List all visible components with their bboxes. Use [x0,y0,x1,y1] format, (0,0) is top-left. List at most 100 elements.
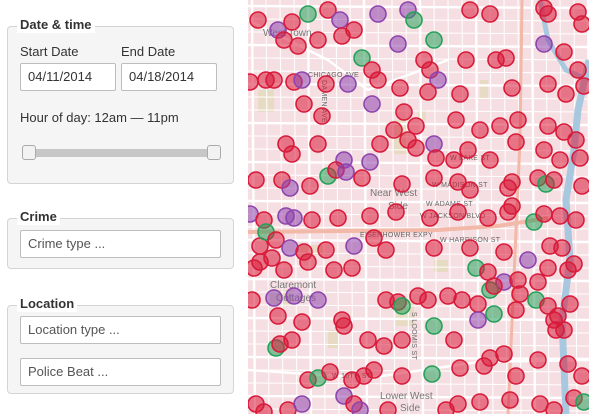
start-date-field[interactable]: 04/11/2014 [20,63,116,91]
crime-marker-green [405,11,423,29]
crime-marker-red [507,133,525,151]
crime-marker-red [535,205,553,223]
crime-marker-purple [345,237,363,255]
crime-type-input[interactable]: Crime type ... [20,230,221,258]
crime-marker-purple [519,251,537,269]
end-date-label: End Date [121,44,176,59]
crime-marker-red [248,291,261,309]
crime-marker-red [371,135,389,153]
crime-marker-red [559,261,577,279]
crime-marker-red [539,259,557,277]
crime-marker-purple [285,287,303,305]
crime-marker-red [481,151,499,169]
crime-marker-red [561,295,579,313]
crime-marker-red [393,175,411,193]
crime-marker-red [449,203,467,221]
crime-marker-red [421,209,439,227]
crime-marker-red [569,61,587,79]
crime-marker-red [375,337,393,355]
crime-marker-red [289,37,307,55]
crime-marker-purple [309,291,327,309]
date-time-panel: Date & time Start Date End Date 04/11/20… [7,17,234,184]
crime-marker-red [393,367,411,385]
crime-marker-red [575,77,589,95]
crime-marker-red [553,239,571,257]
crime-marker-red [265,71,283,89]
start-date-label: Start Date [20,44,79,59]
map-canvas[interactable]: West Town Near West Side Claremont Cotta… [248,0,589,414]
crime-marker-red [547,321,565,339]
crime-marker-red [529,273,547,291]
crime-marker-purple [293,71,311,89]
crime-marker-green [299,5,317,23]
crime-marker-red [557,85,575,103]
crime-legend: Crime [17,209,60,225]
location-type-input[interactable]: Location type ... [20,316,221,344]
crime-map[interactable]: West Town Near West Side Claremont Cotta… [248,0,589,414]
crime-marker-red [491,117,509,135]
crime-marker-red [507,301,525,319]
crime-marker-green [485,305,503,323]
park-0 [258,90,274,112]
crime-marker-red [469,295,487,313]
crime-marker-red [255,403,273,414]
lower-west-line1: Lower West [380,391,433,402]
crime-marker-red [317,75,335,93]
crime-marker-red [365,361,383,379]
crime-marker-green [425,31,443,49]
crime-marker-red [445,151,463,169]
crime-marker-red [555,43,573,61]
crime-marker-green [393,297,411,315]
crime-marker-red [419,291,437,309]
crime-marker-red [571,149,589,167]
crime-marker-green [423,365,441,383]
crime-marker-purple [285,209,303,227]
end-date-field[interactable]: 04/18/2014 [121,63,217,91]
crime-marker-red [419,83,437,101]
crime-marker-purple [265,289,283,307]
lower-west-line2: Side [400,403,420,414]
park-6 [328,330,338,348]
crime-marker-red [325,261,343,279]
location-panel: Location Location type ... Police Beat .… [7,296,234,394]
hour-range-slider[interactable] [22,145,221,160]
crime-marker-red [539,117,557,135]
crime-marker-purple [363,95,381,113]
crime-marker-purple [469,311,487,329]
crime-marker-red [263,249,281,267]
crime-marker-red [451,85,469,103]
hour-range-handle-low[interactable] [22,145,36,160]
location-legend: Location [17,296,78,312]
crime-marker-red [453,291,471,309]
crime-marker-red [379,401,397,414]
crime-marker-red [539,5,557,23]
crime-marker-red [361,207,379,225]
crime-marker-red [369,71,387,89]
crime-marker-red [295,95,313,113]
crime-marker-red [567,131,585,149]
crime-marker-red [283,145,301,163]
crime-marker-red [495,243,513,261]
crime-marker-purple [337,163,355,181]
street-label-adams-st: W ADAMS ST [426,201,473,208]
police-beat-input[interactable]: Police Beat ... [20,358,221,386]
crime-marker-red [529,351,547,369]
filter-sidebar: Date & time Start Date End Date 04/11/20… [0,0,248,414]
crime-marker-red [393,331,411,349]
crime-marker-green [575,393,589,411]
crime-marker-red [451,359,469,377]
hour-range-handle-high[interactable] [207,145,221,160]
crime-marker-red [551,207,569,225]
crime-marker-red [495,345,513,363]
crime-marker-red [333,27,351,45]
crime-marker-red [313,107,331,125]
crime-marker-purple [535,35,553,53]
crime-marker-purple [389,35,407,53]
crime-marker-purple [369,5,387,23]
crime-marker-red [503,197,521,215]
crime-marker-red [309,31,327,49]
crime-marker-red [301,177,319,195]
crime-marker-red [309,135,327,153]
hour-of-day-label: Hour of day: 12am — 11pm [20,110,179,125]
crime-marker-red [545,401,563,414]
